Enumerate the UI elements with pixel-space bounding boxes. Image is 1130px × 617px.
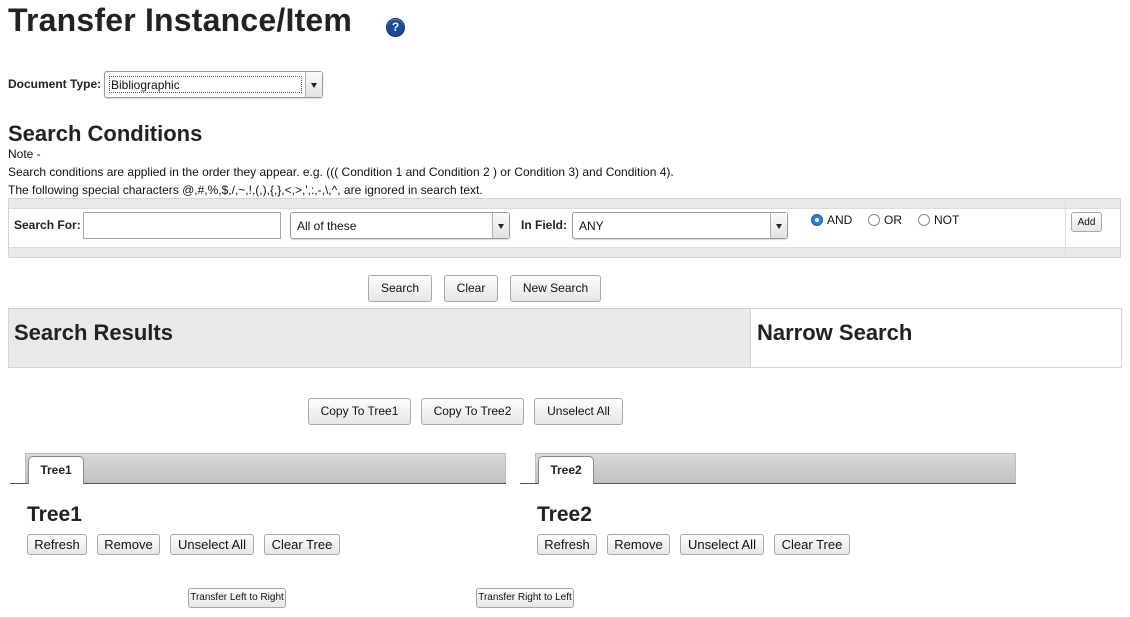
chevron-down-icon	[492, 213, 509, 238]
tab-tree1[interactable]: Tree1	[28, 456, 84, 484]
panel-band-top	[9, 199, 1120, 209]
document-type-select[interactable]: Bibliographic	[104, 71, 323, 98]
note-label: Note -	[8, 147, 41, 161]
tree1-clear-tree-button[interactable]: Clear Tree	[264, 534, 340, 555]
tree2-refresh-button[interactable]: Refresh	[537, 534, 597, 555]
transfer-right-to-left-button[interactable]: Transfer Right to Left	[476, 588, 574, 608]
copy-to-tree2-button[interactable]: Copy To Tree2	[421, 398, 524, 425]
panel-divider	[1065, 199, 1066, 257]
page-title: Transfer Instance/Item	[8, 2, 353, 38]
in-field-label: In Field:	[521, 218, 567, 232]
tree1-tab-strip	[25, 453, 506, 483]
tree2-title: Tree2	[537, 503, 592, 526]
tree1-unselect-all-button[interactable]: Unselect All	[170, 534, 254, 555]
operator-and-label: AND	[827, 213, 853, 227]
add-condition-button[interactable]: Add	[1071, 212, 1102, 232]
tree1-refresh-button[interactable]: Refresh	[27, 534, 87, 555]
copy-to-tree1-button[interactable]: Copy To Tree1	[308, 398, 411, 425]
help-icon[interactable]: ?	[386, 18, 405, 37]
search-for-label: Search For:	[14, 218, 81, 232]
tab-tree2[interactable]: Tree2	[538, 456, 594, 484]
note-special-chars-text: The following special characters @,#,%,$…	[8, 183, 483, 197]
tree1-tab-baseline	[10, 483, 506, 484]
clear-button[interactable]: Clear	[444, 275, 498, 302]
panel-band-bottom	[9, 247, 1120, 257]
operator-not-label: NOT	[934, 213, 960, 227]
chevron-down-icon	[770, 213, 787, 238]
operator-and-radio[interactable]	[811, 214, 823, 226]
tree2-tab-baseline	[520, 483, 1016, 484]
in-field-value: ANY	[579, 218, 604, 233]
new-search-button[interactable]: New Search	[510, 275, 601, 302]
search-conditions-title: Search Conditions	[8, 121, 203, 146]
document-type-value: Bibliographic	[111, 77, 180, 92]
tree2-remove-button[interactable]: Remove	[607, 534, 670, 555]
tree2-unselect-all-button[interactable]: Unselect All	[680, 534, 764, 555]
search-for-input[interactable]	[83, 212, 281, 239]
chevron-down-icon	[305, 72, 322, 97]
operator-not-radio[interactable]	[918, 214, 930, 226]
match-type-value: All of these	[297, 218, 357, 233]
search-results-title: Search Results	[14, 320, 173, 345]
tree1-remove-button[interactable]: Remove	[97, 534, 160, 555]
tree2-tab-strip	[535, 453, 1016, 483]
in-field-select[interactable]: ANY	[572, 212, 788, 239]
tree1-title: Tree1	[27, 503, 82, 526]
unselect-all-button[interactable]: Unselect All	[534, 398, 623, 425]
narrow-search-title: Narrow Search	[757, 320, 913, 345]
match-type-select[interactable]: All of these	[290, 212, 510, 239]
operator-or-radio[interactable]	[868, 214, 880, 226]
tree2-clear-tree-button[interactable]: Clear Tree	[774, 534, 850, 555]
document-type-label: Document Type:	[8, 77, 102, 91]
transfer-left-to-right-button[interactable]: Transfer Left to Right	[188, 588, 286, 608]
note-order-text: Search conditions are applied in the ord…	[8, 165, 674, 179]
search-button[interactable]: Search	[368, 275, 432, 302]
operator-or-label: OR	[884, 213, 902, 227]
